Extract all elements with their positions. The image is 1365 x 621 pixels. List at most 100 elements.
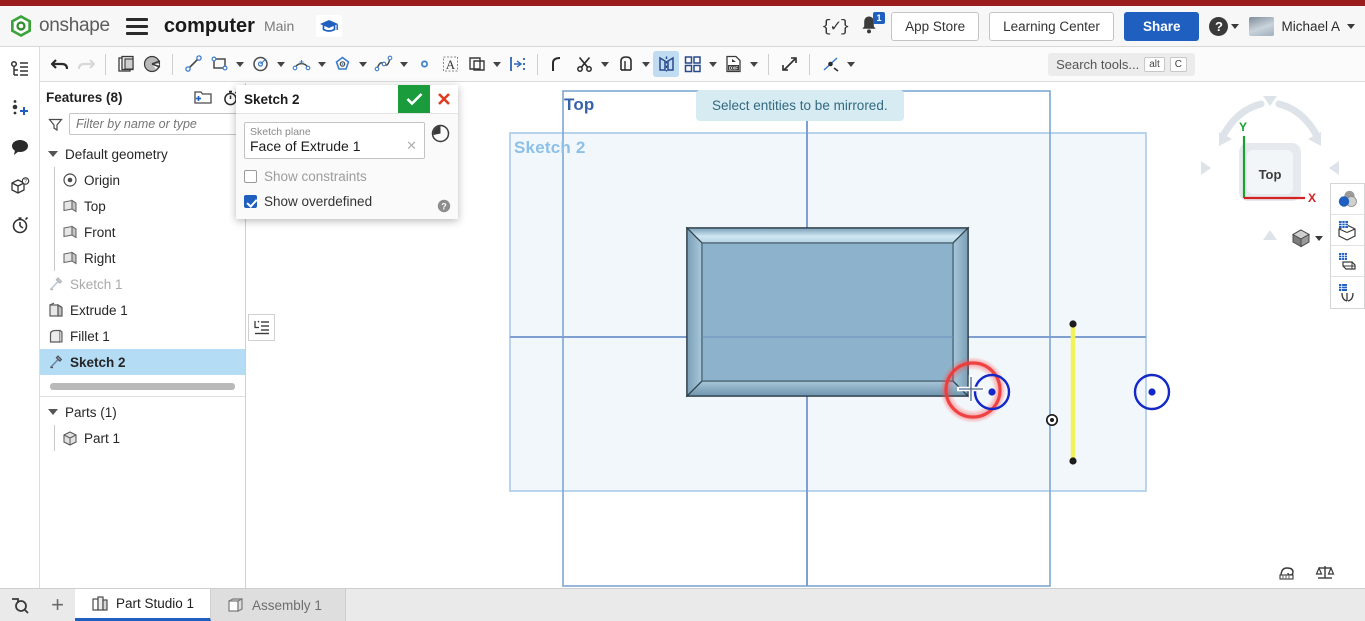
- tree-item-label: Sketch 1: [70, 276, 123, 292]
- sketch-cancel-button[interactable]: [430, 85, 458, 113]
- chevron-down-icon[interactable]: [48, 149, 59, 160]
- part-info-icon[interactable]: ?: [8, 174, 32, 198]
- sketch-plane-field[interactable]: Sketch plane Face of Extrude 1 ✕: [244, 122, 425, 159]
- tree-item-extrude-1[interactable]: Extrude 1: [40, 297, 245, 323]
- chevron-down-icon: [1231, 23, 1240, 29]
- history-icon[interactable]: [8, 213, 32, 237]
- appearance-icon[interactable]: [1331, 184, 1364, 215]
- search-tools-input[interactable]: Search tools... alt C: [1048, 52, 1195, 76]
- chevron-down-icon[interactable]: [273, 51, 288, 77]
- share-button[interactable]: Share: [1123, 11, 1200, 41]
- section-view-icon[interactable]: [1331, 246, 1364, 277]
- construction-icon[interactable]: [817, 51, 843, 77]
- chevron-down-icon[interactable]: [746, 51, 761, 77]
- chevron-down-icon[interactable]: [232, 51, 247, 77]
- show-overdefined-checkbox[interactable]: [244, 195, 257, 208]
- chevron-down-icon[interactable]: [638, 51, 653, 77]
- plane-icon: [62, 250, 78, 266]
- arc-icon[interactable]: [288, 51, 314, 77]
- line-icon[interactable]: [180, 51, 206, 77]
- transform-icon[interactable]: [776, 51, 802, 77]
- tree-item-sketch-1[interactable]: Sketch 1: [40, 271, 245, 297]
- graduation-cap-icon[interactable]: [316, 15, 343, 37]
- tree-item-sketch-2[interactable]: Sketch 2: [40, 349, 245, 375]
- point-icon[interactable]: [411, 51, 437, 77]
- sketch-history-icon[interactable]: [431, 124, 450, 143]
- chevron-down-icon[interactable]: [314, 51, 329, 77]
- parts-section-header[interactable]: Parts (1): [40, 399, 245, 425]
- fillet-icon[interactable]: [545, 51, 571, 77]
- polygon-icon[interactable]: [329, 51, 355, 77]
- view-cube-menu[interactable]: [1291, 228, 1323, 248]
- tree-item-front[interactable]: Front: [40, 219, 245, 245]
- svg-text:DXF: DXF: [728, 65, 737, 70]
- document-tab-part-studio-1[interactable]: Part Studio 1: [75, 589, 212, 621]
- view-cube-face-top[interactable]: Top: [1241, 150, 1299, 198]
- text-icon[interactable]: A: [437, 51, 463, 77]
- feature-filter-row: [40, 111, 246, 141]
- view-cube[interactable]: Top Y X: [1195, 88, 1345, 248]
- user-menu[interactable]: Michael A: [1249, 16, 1355, 36]
- spline-icon[interactable]: [370, 51, 396, 77]
- dimension-icon[interactable]: [504, 51, 530, 77]
- clear-x-icon[interactable]: ✕: [404, 138, 419, 154]
- help-question-icon[interactable]: ?: [437, 199, 451, 213]
- chevron-down-icon[interactable]: [597, 51, 612, 77]
- tree-item-right[interactable]: Right: [40, 245, 245, 271]
- app-store-button[interactable]: App Store: [891, 11, 980, 41]
- tree-item-part-1[interactable]: Part 1: [40, 425, 245, 451]
- zoom-search-icon[interactable]: [0, 589, 40, 621]
- comments-icon[interactable]: [8, 135, 32, 159]
- feature-list-icon[interactable]: [8, 57, 32, 81]
- undo-icon[interactable]: [46, 51, 72, 77]
- dxf-import-icon[interactable]: DXF: [720, 51, 746, 77]
- measure-tape-icon[interactable]: [1279, 564, 1299, 580]
- trim-icon[interactable]: [571, 51, 597, 77]
- show-constraints-row[interactable]: Show constraints: [244, 169, 450, 184]
- add-tab-plus-icon[interactable]: +: [40, 589, 75, 621]
- sketch-dialog: Sketch 2 Sketch plane Face of Extrude 1 …: [236, 85, 458, 219]
- chevron-down-icon[interactable]: [355, 51, 370, 77]
- viewport-bottom-icons: [1279, 564, 1335, 580]
- document-title[interactable]: computer: [164, 15, 255, 38]
- feature-list-panel-icon[interactable]: [248, 314, 275, 341]
- feature-filter-input[interactable]: [69, 113, 246, 135]
- display-state-icon[interactable]: [1331, 215, 1364, 246]
- circle-icon[interactable]: [247, 51, 273, 77]
- offset-icon[interactable]: [463, 51, 489, 77]
- chevron-down-icon[interactable]: [396, 51, 411, 77]
- learning-center-button[interactable]: Learning Center: [989, 11, 1114, 41]
- hamburger-menu-icon[interactable]: [125, 17, 148, 35]
- rectangle-icon[interactable]: [206, 51, 232, 77]
- sketch-dialog-header: Sketch 2: [236, 85, 458, 114]
- linear-pattern-icon[interactable]: [679, 51, 705, 77]
- render-mode-icon[interactable]: [1331, 277, 1364, 308]
- extend-icon[interactable]: [612, 51, 638, 77]
- tree-item-origin[interactable]: Origin: [40, 167, 245, 193]
- feature-tree-scrollbar[interactable]: [50, 383, 235, 390]
- featurescript-braces-icon[interactable]: {✓}: [821, 16, 850, 37]
- add-part-icon[interactable]: [8, 96, 32, 120]
- filter-funnel-icon[interactable]: [48, 117, 63, 132]
- svg-text:?: ?: [24, 179, 27, 185]
- notification-bell-icon[interactable]: 1: [859, 12, 886, 38]
- document-tab-assembly-1[interactable]: Assembly 1: [211, 589, 347, 621]
- new-folder-icon[interactable]: [194, 89, 212, 105]
- sketch-accept-button[interactable]: [398, 85, 430, 113]
- new-sketch-icon[interactable]: [113, 51, 139, 77]
- mirror-icon[interactable]: [653, 51, 679, 77]
- tree-item-top[interactable]: Top: [40, 193, 245, 219]
- show-constraints-checkbox[interactable]: [244, 170, 257, 183]
- document-branch[interactable]: Main: [264, 18, 294, 34]
- show-overdefined-row[interactable]: Show overdefined: [244, 194, 450, 209]
- mass-properties-icon[interactable]: [1315, 564, 1335, 580]
- plane-icon[interactable]: [139, 51, 165, 77]
- chevron-down-icon[interactable]: [705, 51, 720, 77]
- left-icon-rail: ?: [0, 47, 40, 588]
- chevron-down-icon[interactable]: [489, 51, 504, 77]
- onshape-logo[interactable]: onshape: [10, 14, 110, 38]
- help-menu[interactable]: ?: [1209, 16, 1240, 36]
- tree-item-default-geometry[interactable]: Default geometry: [40, 141, 245, 167]
- chevron-down-icon[interactable]: [843, 51, 858, 77]
- tree-item-fillet-1[interactable]: Fillet 1: [40, 323, 245, 349]
